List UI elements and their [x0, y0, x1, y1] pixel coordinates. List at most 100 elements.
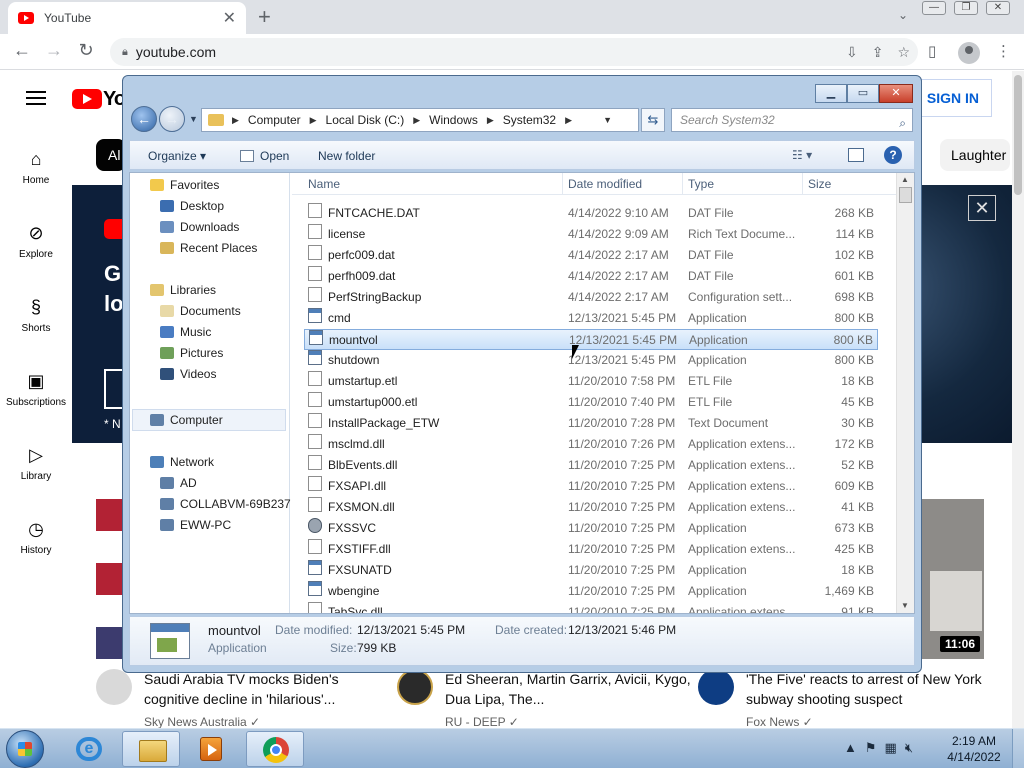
video-channel[interactable]: RU - DEEP ✓ [445, 715, 519, 728]
breadcrumb-separator-icon[interactable]: ▶ [310, 115, 317, 126]
lock-icon[interactable]: 🔒︎ [122, 46, 128, 59]
nav-music[interactable]: Music [160, 322, 211, 342]
page-scrollbar[interactable] [1012, 71, 1024, 728]
scroll-down-icon[interactable]: ▼ [901, 601, 909, 610]
taskbar-chrome[interactable] [246, 731, 304, 767]
video-title[interactable]: Ed Sheeran, Martin Garrix, Avicii, Kygo,… [445, 669, 695, 709]
sidebar-item-subscriptions[interactable]: ▣ Subscriptions [0, 371, 72, 408]
channel-avatar[interactable] [96, 669, 132, 705]
column-type[interactable]: Type [688, 177, 714, 191]
close-button[interactable]: ✕ [986, 1, 1010, 15]
file-row[interactable]: mountvol 12/13/2021 5:45 PM Application 800… [304, 329, 878, 350]
file-list-scrollbar[interactable]: ▲ ▼ [896, 173, 914, 613]
network-status-icon[interactable]: ▦ [885, 740, 897, 756]
file-row[interactable]: FXSSVC 11/20/2010 7:25 PM Application 673 K… [304, 518, 878, 539]
channel-avatar[interactable] [397, 669, 433, 705]
tab-youtube[interactable]: YouTube ✕ [8, 2, 246, 34]
file-row[interactable]: TabSvc.dll 11/20/2010 7:25 PM Application … [304, 602, 878, 613]
file-row[interactable]: perfc009.dat 4/14/2022 2:17 AM DAT File 102… [304, 245, 878, 266]
restore-button[interactable]: ❐ [954, 1, 978, 15]
file-row[interactable]: FXSMON.dll 11/20/2010 7:25 PM Application … [304, 497, 878, 518]
sidebar-item-explore[interactable]: ⊘ Explore [0, 223, 72, 260]
file-row[interactable]: wbengine 11/20/2010 7:25 PM Application 1,4… [304, 581, 878, 602]
column-size[interactable]: Size [808, 177, 831, 191]
organize-button[interactable]: Organize ▾ [148, 149, 206, 163]
system-clock[interactable]: 2:19 AM 4/14/2022 [934, 733, 1014, 765]
forward-arrow-icon[interactable]: → [159, 106, 185, 132]
scrollbar-thumb[interactable] [899, 187, 912, 203]
taskbar-media-player[interactable] [182, 731, 240, 767]
sign-in-button[interactable]: SIGN IN [914, 79, 992, 117]
video-channel[interactable]: Fox News ✓ [746, 715, 813, 728]
bookmark-star-icon[interactable]: ☆ [897, 44, 910, 61]
back-arrow-icon[interactable]: ← [131, 106, 157, 132]
youtube-logo-icon[interactable] [72, 89, 102, 109]
file-row[interactable]: shutdown 12/13/2021 5:45 PM Application 800… [304, 350, 878, 371]
taskbar-windows-explorer[interactable] [122, 731, 180, 767]
menu-icon[interactable] [26, 91, 46, 105]
forward-arrow-icon[interactable]: → [42, 40, 66, 61]
address-dropdown-icon[interactable]: ▼ [603, 115, 612, 125]
file-row[interactable]: umstartup000.etl 11/20/2010 7:40 PM ETL Fi… [304, 392, 878, 413]
view-options-icon[interactable]: ☷ ▾ [792, 148, 812, 162]
show-hidden-icons-icon[interactable]: ▲ [844, 740, 857, 756]
profile-avatar[interactable] [958, 42, 980, 64]
file-row[interactable]: FNTCACHE.DAT 4/14/2022 9:10 AM DAT File 268… [304, 203, 878, 224]
preview-pane-icon[interactable] [848, 148, 864, 162]
minimize-button[interactable]: ▁ [815, 84, 847, 103]
breadcrumb-system32[interactable]: System32 [503, 113, 556, 127]
nav-favorites[interactable]: Favorites [150, 175, 219, 195]
new-tab-button[interactable]: + [258, 4, 271, 30]
sidebar-item-library[interactable]: ▷ Library [0, 445, 72, 482]
banner-close-icon[interactable]: ✕ [968, 195, 996, 221]
column-divider[interactable] [682, 173, 683, 195]
video-thumbnail[interactable] [96, 499, 122, 659]
video-channel[interactable]: Sky News Australia ✓ [144, 715, 260, 728]
nav-computer[interactable]: Computer [150, 410, 223, 430]
tab-close-icon[interactable]: ✕ [223, 8, 236, 28]
refresh-icon[interactable]: ⇆ [641, 108, 665, 132]
chrome-menu-icon[interactable]: ⋮ [996, 42, 1011, 60]
video-title[interactable]: 'The Five' reacts to arrest of New York … [746, 669, 996, 709]
file-row[interactable]: perfh009.dat 4/14/2022 2:17 AM DAT File 601… [304, 266, 878, 287]
breadcrumb-separator-icon[interactable]: ▶ [232, 115, 239, 126]
volume-muted-icon[interactable]: 🔇︎ [905, 740, 913, 756]
nav-documents[interactable]: Documents [160, 301, 241, 321]
column-divider[interactable] [562, 173, 563, 195]
file-row[interactable]: umstartup.etl 11/20/2010 7:58 PM ETL File 1… [304, 371, 878, 392]
search-input[interactable]: Search System32 ⌕ [671, 108, 913, 132]
scrollbar-thumb[interactable] [1014, 75, 1022, 195]
sidebar-item-home[interactable]: ⌂ Home [0, 149, 72, 186]
column-name[interactable]: Name [308, 177, 340, 191]
file-row[interactable]: msclmd.dll 11/20/2010 7:26 PM Application … [304, 434, 878, 455]
nav-recent-places[interactable]: Recent Places [160, 238, 257, 258]
sidebar-item-shorts[interactable]: § Shorts [0, 297, 72, 334]
breadcrumb-computer[interactable]: Computer [248, 113, 301, 127]
url-text[interactable]: youtube.com [136, 44, 216, 60]
address-bar[interactable]: ▶ Computer ▶ Local Disk (C:) ▶ Windows ▶… [201, 108, 639, 132]
file-row[interactable]: cmd 12/13/2021 5:45 PM Application 800 KB [304, 308, 878, 329]
nav-desktop[interactable]: Desktop [160, 196, 224, 216]
nav-downloads[interactable]: Downloads [160, 217, 239, 237]
nav-network-eww-pc[interactable]: EWW-PC [160, 515, 231, 535]
breadcrumb-separator-icon[interactable]: ▶ [413, 115, 420, 126]
file-row[interactable]: InstallPackage_ETW 11/20/2010 7:28 PM Text… [304, 413, 878, 434]
nav-network-collabvm[interactable]: COLLABVM-69B237 [160, 494, 291, 514]
nav-network[interactable]: Network [150, 452, 214, 472]
minimize-button[interactable]: — [922, 1, 946, 15]
action-center-flag-icon[interactable]: ⚑ [865, 740, 877, 756]
file-row[interactable]: FXSTIFF.dll 11/20/2010 7:25 PM Application… [304, 539, 878, 560]
new-folder-button[interactable]: New folder [318, 149, 375, 163]
recent-pages-chevron-icon[interactable]: ▼ [189, 114, 198, 124]
open-button[interactable]: Open [240, 149, 289, 163]
reload-icon[interactable]: ↻ [74, 40, 98, 61]
show-desktop-button[interactable] [1012, 729, 1024, 768]
back-arrow-icon[interactable]: ← [10, 40, 34, 61]
file-row[interactable]: license 4/14/2022 9:09 AM Rich Text Docume… [304, 224, 878, 245]
file-row[interactable]: FXSUNATD 11/20/2010 7:25 PM Application 18 … [304, 560, 878, 581]
scroll-up-icon[interactable]: ▲ [901, 175, 909, 184]
column-divider[interactable] [802, 173, 803, 195]
nav-pictures[interactable]: Pictures [160, 343, 223, 363]
nav-network-ad[interactable]: AD [160, 473, 197, 493]
chip-laughter[interactable]: Laughter [940, 139, 1010, 171]
